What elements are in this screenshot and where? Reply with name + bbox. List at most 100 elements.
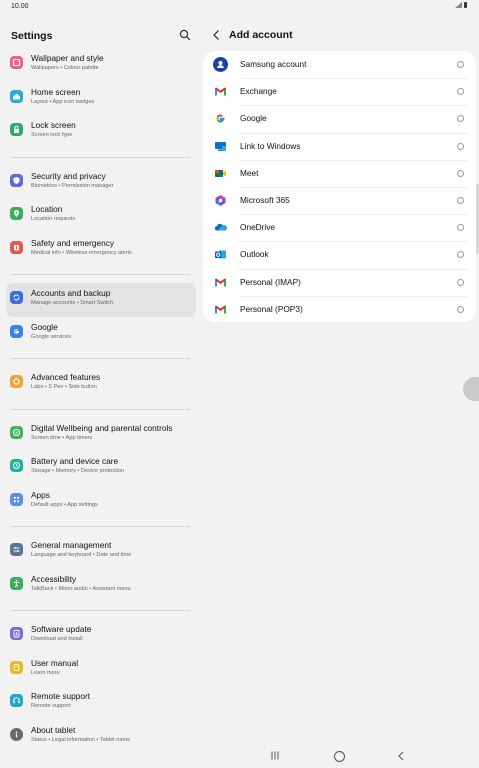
radio-button[interactable] — [457, 115, 464, 123]
account-option-microsoft-365[interactable]: Microsoft 365 — [203, 186, 476, 214]
recent-apps-icon[interactable] — [270, 751, 280, 760]
back-button-icon[interactable] — [397, 751, 405, 761]
account-option-label: Outlook — [240, 249, 269, 260]
settings-item-title: General management — [31, 540, 112, 550]
sync-icon — [10, 291, 23, 304]
settings-item-subtitle: Biometrics • Permission manager — [31, 182, 114, 189]
radio-button[interactable] — [457, 169, 464, 177]
google-icon — [10, 324, 23, 338]
account-option-link-to-windows[interactable]: Link to Windows — [203, 132, 476, 160]
update-icon — [10, 627, 23, 640]
settings-item-user-manual[interactable]: User manual Learn more — [6, 653, 196, 687]
outlook-icon — [213, 247, 228, 262]
edge-panel-handle[interactable] — [463, 377, 479, 401]
account-option-label: Meet — [240, 167, 259, 178]
settings-item-title: Accessibility — [31, 573, 77, 584]
navigation-bar — [0, 744, 479, 768]
settings-item-apps[interactable]: Apps Default apps • App settings — [6, 485, 196, 519]
settings-item-title: Battery and device care — [31, 456, 119, 466]
battery-icon — [464, 2, 467, 8]
home-icon — [10, 89, 23, 103]
settings-item-lock-screen[interactable]: Lock screen Screen lock type — [6, 115, 196, 149]
wallpaper-icon — [10, 56, 23, 69]
settings-item-digital-wellbeing[interactable]: Digital Wellbeing and parental controls … — [6, 418, 196, 452]
account-option-google[interactable]: Google — [203, 105, 476, 132]
settings-item-subtitle: Default apps • App settings — [31, 501, 98, 508]
divider — [6, 602, 196, 619]
settings-item-advanced-features[interactable]: Advanced features Labs • S Pen • Side bu… — [6, 367, 196, 401]
radio-button[interactable] — [457, 251, 464, 259]
account-option-onedrive[interactable]: OneDrive — [203, 214, 476, 241]
radio-button[interactable] — [457, 278, 464, 286]
account-option-label: Personal (POP3) — [240, 303, 303, 314]
wellbeing-icon — [10, 425, 23, 439]
battery-care-icon — [10, 459, 23, 472]
radio-button[interactable] — [457, 142, 464, 150]
settings-item-general-management[interactable]: General management Language and keyboard… — [6, 535, 196, 569]
settings-item-title: Digital Wellbeing and parental controls — [31, 422, 173, 433]
account-option-label: Personal (IMAP) — [240, 276, 301, 287]
home-button-icon[interactable] — [334, 751, 345, 762]
location-icon — [10, 207, 23, 220]
manual-icon — [10, 660, 23, 674]
add-account-header: Add account — [212, 28, 472, 44]
settings-item-subtitle: TalkBack • Mono audio • Assistant menu — [31, 585, 131, 592]
signal-icon — [455, 2, 462, 8]
settings-title: Settings — [11, 30, 53, 42]
settings-item-title: User manual — [31, 657, 79, 668]
account-option-meet[interactable]: Meet — [203, 159, 476, 187]
settings-item-google[interactable]: Google Google services — [6, 317, 196, 351]
settings-item-home-screen[interactable]: Home screen Layout • App icon badges — [6, 82, 196, 116]
settings-item-subtitle: Language and keyboard • Date and time — [31, 552, 132, 558]
settings-panel: Settings Wallpaper and style Wallpapers … — [0, 14, 202, 744]
account-option-personal-pop3[interactable]: Personal (POP3) — [203, 295, 476, 323]
settings-item-title: Lock screen — [31, 120, 76, 130]
shield-icon — [10, 173, 23, 187]
gmail-icon — [213, 275, 228, 290]
settings-item-accounts-backup[interactable]: Accounts and backup Manage accounts • Sm… — [6, 283, 196, 317]
account-option-personal-imap[interactable]: Personal (IMAP) — [203, 268, 476, 296]
settings-item-subtitle: Google services — [31, 333, 72, 340]
settings-item-accessibility[interactable]: Accessibility TalkBack • Mono audio • As… — [6, 569, 196, 603]
star-gear-icon — [10, 375, 23, 388]
apps-icon — [10, 492, 23, 506]
radio-button[interactable] — [457, 305, 464, 313]
account-option-exchange[interactable]: Exchange — [203, 78, 476, 105]
settings-item-safety[interactable]: Safety and emergency Medical info • Wire… — [6, 233, 196, 267]
settings-item-remote-support[interactable]: Remote support Remote support — [6, 686, 196, 720]
settings-item-title: Home screen — [31, 86, 81, 97]
account-option-outlook[interactable]: Outlook — [203, 241, 476, 268]
radio-button[interactable] — [457, 224, 464, 232]
status-icons — [455, 2, 467, 8]
back-arrow-icon[interactable] — [212, 29, 222, 41]
settings-item-wallpaper[interactable]: Wallpaper and style Wallpapers • Colour … — [6, 48, 196, 82]
status-time: 10.00 — [11, 3, 29, 10]
settings-item-subtitle: Labs • S Pen • Side button — [31, 384, 97, 390]
settings-item-title: Wallpaper and style — [31, 53, 104, 63]
add-account-title: Add account — [229, 29, 293, 41]
settings-item-location[interactable]: Location Location requests — [6, 199, 196, 233]
radio-button[interactable] — [457, 196, 464, 204]
settings-item-title: Security and privacy — [31, 170, 106, 181]
settings-item-title: About tablet — [31, 724, 76, 735]
onedrive-icon — [213, 220, 228, 235]
account-option-label: OneDrive — [240, 222, 276, 233]
settings-item-security[interactable]: Security and privacy Biometrics • Permis… — [6, 166, 196, 200]
search-icon[interactable] — [179, 29, 191, 41]
settings-item-subtitle: Screen time • App timers — [31, 434, 93, 441]
settings-item-subtitle: Manage accounts • Smart Switch — [31, 300, 114, 306]
settings-item-subtitle: Layout • App icon badges — [31, 98, 95, 105]
settings-item-subtitle: Location requests — [31, 216, 76, 222]
divider — [6, 401, 196, 418]
link-to-windows-icon — [213, 139, 228, 154]
account-option-label: Link to Windows — [240, 140, 301, 151]
divider — [6, 266, 196, 283]
radio-button[interactable] — [457, 88, 464, 96]
settings-item-title: Advanced features — [31, 372, 101, 382]
microsoft-365-icon — [213, 193, 228, 208]
divider — [6, 350, 196, 367]
account-option-samsung[interactable]: Samsung account — [203, 51, 476, 78]
radio-button[interactable] — [457, 61, 464, 68]
settings-item-battery-care[interactable]: Battery and device care Storage • Memory… — [6, 451, 196, 485]
settings-item-software-update[interactable]: Software update Download and install — [6, 619, 196, 653]
